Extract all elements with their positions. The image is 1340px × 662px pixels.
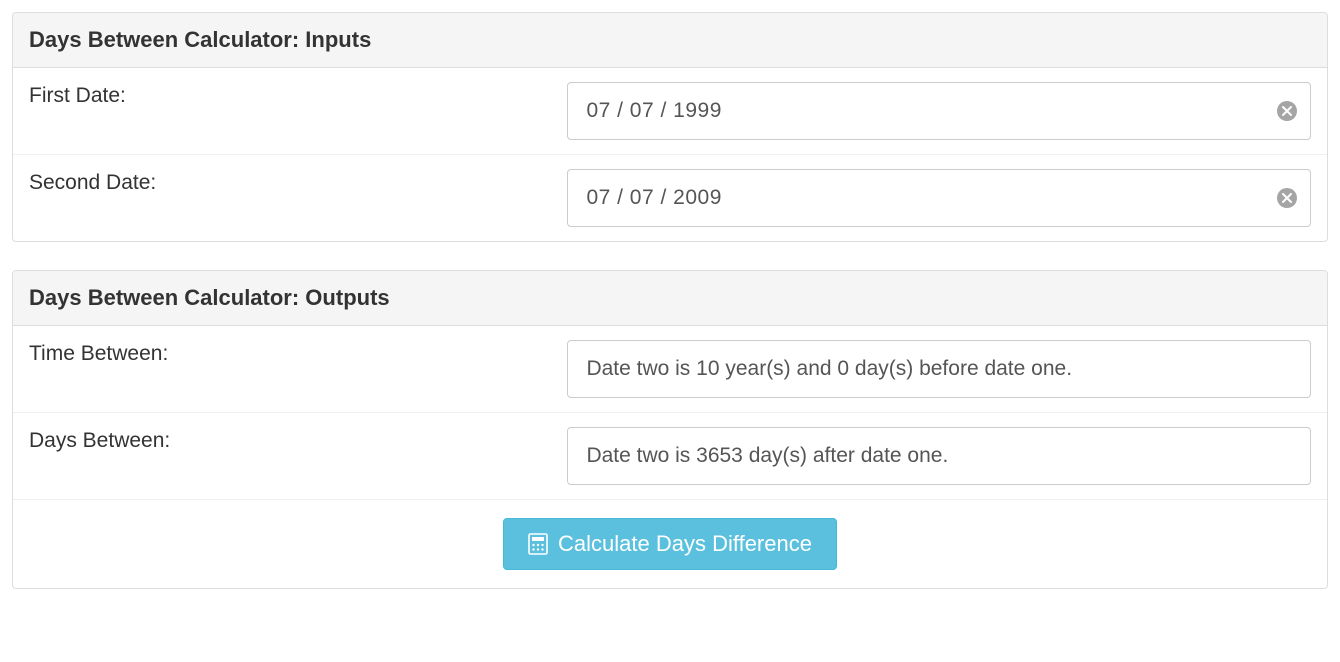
calculate-button-label: Calculate Days Difference [558,531,812,557]
close-icon [1282,193,1292,203]
outputs-header: Days Between Calculator: Outputs [13,271,1327,326]
button-row: Calculate Days Difference [13,500,1327,588]
second-date-clear-button[interactable] [1277,188,1297,208]
time-between-row: Time Between: Date two is 10 year(s) and… [13,326,1327,413]
inputs-panel: Days Between Calculator: Inputs First Da… [12,12,1328,242]
inputs-header: Days Between Calculator: Inputs [13,13,1327,68]
days-between-output: Date two is 3653 day(s) after date one. [567,427,1311,485]
first-date-row: First Date: [13,68,1327,155]
second-date-row: Second Date: [13,155,1327,241]
calculate-button[interactable]: Calculate Days Difference [503,518,837,570]
calculator-icon [528,533,548,555]
first-date-label: First Date: [29,82,567,108]
first-date-clear-button[interactable] [1277,101,1297,121]
close-icon [1282,106,1292,116]
second-date-input[interactable] [567,169,1311,227]
second-date-label: Second Date: [29,169,567,195]
days-between-row: Days Between: Date two is 3653 day(s) af… [13,413,1327,500]
time-between-label: Time Between: [29,340,567,366]
outputs-panel: Days Between Calculator: Outputs Time Be… [12,270,1328,589]
first-date-input[interactable] [567,82,1311,140]
days-between-label: Days Between: [29,427,567,453]
time-between-output: Date two is 10 year(s) and 0 day(s) befo… [567,340,1311,398]
